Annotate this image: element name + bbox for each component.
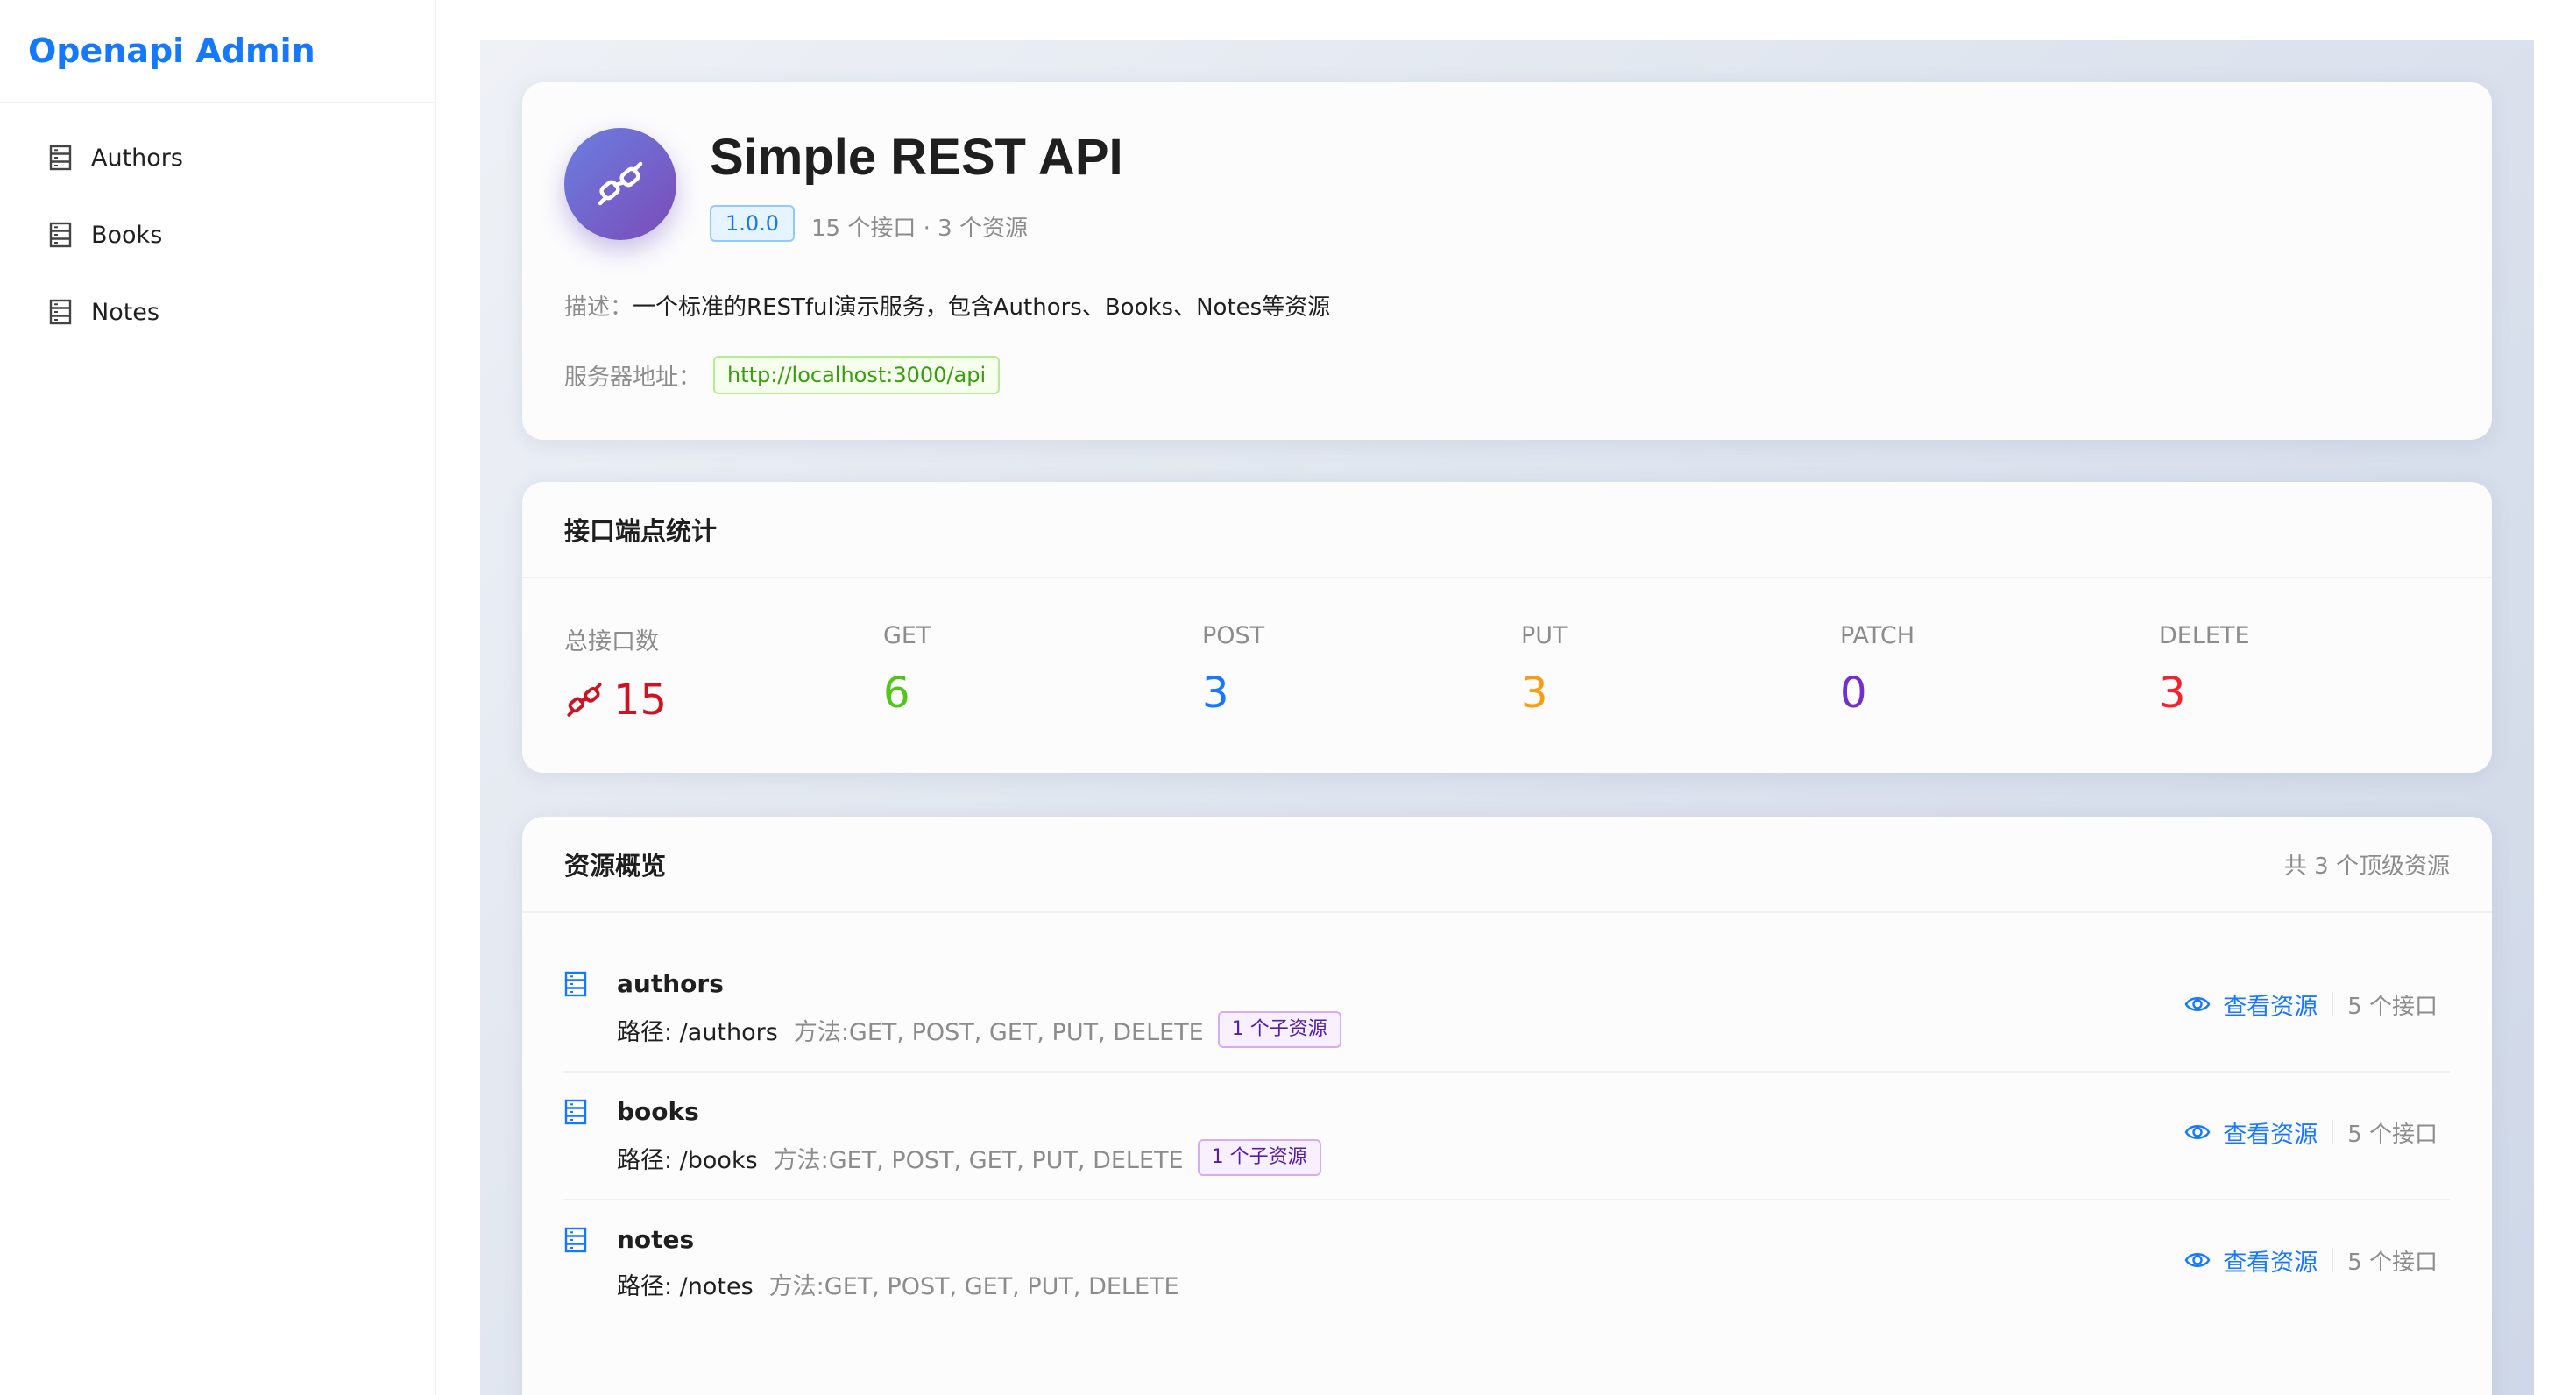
stat-label: PUT	[1521, 622, 1568, 649]
database-icon	[49, 145, 72, 171]
endpoint-count: 5 个接口	[2347, 1121, 2438, 1148]
resource-detail: 路径: /notes 方法:GET, POST, GET, PUT, DELET…	[617, 1267, 1179, 1301]
stats-header: 接口端点统计	[522, 482, 2492, 578]
stat-total: 总接口数 15	[564, 622, 667, 725]
sub-resource-badge: 1 个子资源	[1217, 1011, 1341, 1048]
api-plug-icon	[567, 683, 602, 717]
resource-name: authors	[617, 969, 724, 998]
description-row: 描述：一个标准的RESTful演示服务，包含Authors、Books、Note…	[564, 289, 1330, 322]
resource-methods: 方法:GET, POST, GET, PUT, DELETE	[768, 1273, 1179, 1300]
endpoint-count: 5 个接口	[2347, 1249, 2438, 1276]
api-meta: 15 个接口 · 3 个资源	[811, 216, 1028, 242]
stat-value: 0	[1840, 669, 1867, 718]
divider	[2332, 1248, 2334, 1272]
brand: Openapi Admin	[0, 0, 435, 103]
list-item: books 路径: /books 方法:GET, POST, GET, PUT,…	[564, 1073, 2450, 1200]
database-icon	[564, 1099, 587, 1125]
stat-get: GET 6	[883, 622, 931, 718]
resource-path: 路径: /notes	[617, 1273, 754, 1300]
resource-actions: 查看资源 5 个接口	[2184, 1243, 2438, 1278]
api-info-card: Simple REST API 1.0.0 15 个接口 · 3 个资源 描述：…	[522, 82, 2492, 440]
sidebar-menu: Authors Books Notes	[0, 103, 435, 351]
server-label: 服务器地址：	[564, 364, 702, 391]
stat-value: 6	[883, 669, 910, 718]
resource-actions: 查看资源 5 个接口	[2184, 987, 2438, 1022]
database-icon	[49, 222, 72, 248]
sidebar-item-books[interactable]: Books	[0, 196, 435, 273]
api-avatar	[564, 128, 676, 240]
stat-label: PATCH	[1840, 622, 1914, 649]
stat-value: 3	[2159, 669, 2186, 718]
list-item: authors 路径: /authors 方法:GET, POST, GET, …	[564, 945, 2450, 1073]
resource-list: authors 路径: /authors 方法:GET, POST, GET, …	[564, 945, 2450, 1328]
resource-name: notes	[617, 1225, 695, 1254]
sidebar-item-label: Authors	[91, 144, 183, 172]
description-text: 一个标准的RESTful演示服务，包含Authors、Books、Notes等资…	[633, 294, 1331, 321]
resource-methods: 方法:GET, POST, GET, PUT, DELETE	[773, 1146, 1184, 1174]
view-resource-label: 查看资源	[2223, 1249, 2318, 1277]
main-content: Simple REST API 1.0.0 15 个接口 · 3 个资源 描述：…	[480, 40, 2534, 1395]
resources-card: 资源概览 共 3 个顶级资源 authors 路径: /authors 方法:G…	[522, 817, 2492, 1395]
description-label: 描述：	[564, 294, 633, 321]
resource-detail: 路径: /authors 方法:GET, POST, GET, PUT, DEL…	[617, 1011, 1341, 1048]
database-icon	[49, 299, 72, 325]
version-badge: 1.0.0	[710, 205, 796, 242]
database-icon	[564, 1227, 587, 1253]
database-icon	[564, 971, 587, 997]
sub-resource-badge: 1 个子资源	[1197, 1139, 1321, 1176]
view-resource-label: 查看资源	[2223, 993, 2318, 1021]
stat-number: 15	[613, 676, 668, 725]
sidebar-item-authors[interactable]: Authors	[0, 119, 435, 196]
api-title: Simple REST API	[710, 129, 1123, 186]
api-plug-icon	[598, 161, 643, 206]
eye-icon	[2184, 1253, 2211, 1267]
stats-title: 接口端点统计	[564, 516, 718, 546]
resource-path: 路径: /authors	[617, 1018, 778, 1046]
resource-actions: 查看资源 5 个接口	[2184, 1115, 2438, 1150]
sidebar-item-notes[interactable]: Notes	[0, 273, 435, 351]
resource-path: 路径: /books	[617, 1146, 758, 1174]
resource-name: books	[617, 1097, 699, 1126]
server-row: 服务器地址： http://localhost:3000/api	[564, 356, 1001, 394]
list-item: notes 路径: /notes 方法:GET, POST, GET, PUT,…	[564, 1200, 2450, 1328]
stat-post: POST 3	[1202, 622, 1264, 718]
stat-delete: DELETE 3	[2159, 622, 2250, 718]
sidebar: Openapi Admin Authors Books Notes	[0, 0, 436, 1395]
resource-detail: 路径: /books 方法:GET, POST, GET, PUT, DELET…	[617, 1139, 1321, 1176]
sidebar-item-label: Notes	[91, 298, 159, 326]
view-resource-label: 查看资源	[2223, 1121, 2318, 1149]
eye-icon	[2184, 997, 2211, 1011]
view-resource-button[interactable]: 查看资源	[2184, 1115, 2318, 1150]
stat-patch: PATCH 0	[1840, 622, 1914, 718]
divider	[2332, 1120, 2334, 1144]
stat-label: 总接口数	[564, 628, 659, 655]
stat-put: PUT 3	[1521, 622, 1568, 718]
stat-label: POST	[1202, 622, 1265, 649]
view-resource-button[interactable]: 查看资源	[2184, 1243, 2318, 1278]
sidebar-item-label: Books	[91, 221, 163, 249]
stat-label: GET	[883, 622, 931, 649]
server-url-tag[interactable]: http://localhost:3000/api	[713, 356, 1001, 394]
view-resource-button[interactable]: 查看资源	[2184, 988, 2318, 1022]
stat-value: 3	[1521, 669, 1548, 718]
resources-title: 资源概览	[564, 851, 667, 881]
resources-count: 共 3 个顶级资源	[2283, 853, 2450, 880]
eye-icon	[2184, 1125, 2211, 1139]
stat-label: DELETE	[2159, 622, 2250, 649]
stat-value: 15	[564, 676, 667, 725]
divider	[2332, 992, 2334, 1016]
endpoint-count: 5 个接口	[2347, 993, 2438, 1020]
resources-header: 资源概览 共 3 个顶级资源	[522, 817, 2492, 913]
app-title[interactable]: Openapi Admin	[28, 32, 315, 70]
stat-value: 3	[1202, 669, 1229, 718]
resource-methods: 方法:GET, POST, GET, PUT, DELETE	[793, 1018, 1204, 1046]
endpoint-stats-card: 接口端点统计 总接口数 15 GET 6 POST 3 PUT 3 PATCH …	[522, 482, 2492, 773]
